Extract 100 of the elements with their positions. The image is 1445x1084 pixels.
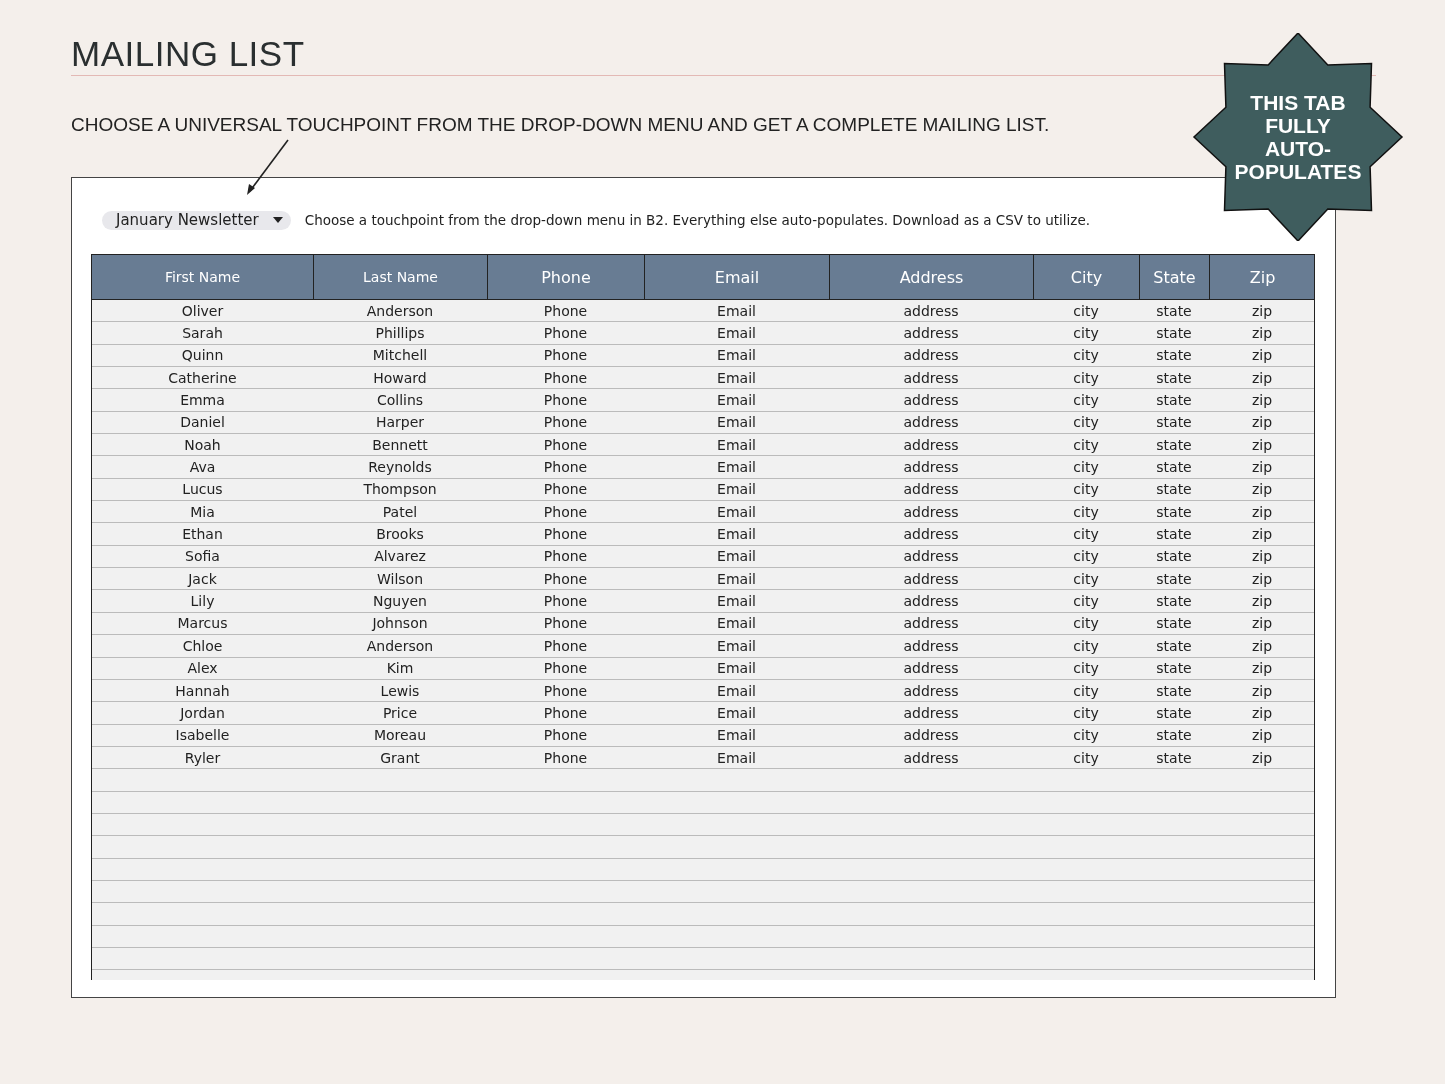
table-cell: Phone xyxy=(543,749,588,766)
table-cell: Sarah xyxy=(182,325,223,341)
table-cell: Email xyxy=(717,436,756,453)
table-cell: Phone xyxy=(543,727,588,744)
table-cell: city xyxy=(1073,593,1099,610)
table-cell: Price xyxy=(382,704,418,721)
table-cell: zip xyxy=(1251,526,1273,543)
touchpoint-dropdown[interactable]: January Newsletter xyxy=(102,210,291,230)
table-cell: Lucus xyxy=(182,481,223,498)
table-cell: state xyxy=(1156,414,1192,431)
table-cell: state xyxy=(1156,436,1192,453)
table-cell: Ava xyxy=(189,459,216,476)
table-cell: address xyxy=(903,392,959,409)
table-cell: zip xyxy=(1251,481,1273,498)
table-cell: Email xyxy=(717,660,756,677)
table-cell: Phone xyxy=(543,660,588,677)
table-cell: address xyxy=(903,727,959,744)
table-cell: city xyxy=(1073,637,1099,654)
column-header: First Name xyxy=(163,268,242,287)
table-cell: zip xyxy=(1251,548,1273,565)
table-cell: Johnson xyxy=(372,615,428,632)
table-cell: city xyxy=(1073,325,1099,341)
column-header: Zip xyxy=(1209,255,1314,299)
table-cell: city xyxy=(1073,548,1099,565)
table-cell: state xyxy=(1156,347,1192,364)
badge-text: THIS TAB xyxy=(1250,91,1346,114)
table-cell: Phillips xyxy=(375,325,425,341)
table-cell: city xyxy=(1073,749,1099,766)
column-header: State xyxy=(1139,255,1209,299)
table-cell: Email xyxy=(717,325,756,341)
badge-text: FULLY xyxy=(1265,114,1331,137)
table-cell: address xyxy=(903,548,959,565)
table-cell: Marcus xyxy=(177,615,228,632)
table-cell: zip xyxy=(1251,593,1273,610)
table-cell: Phone xyxy=(543,436,588,453)
table-cell: address xyxy=(903,526,959,543)
table-cell: address xyxy=(903,369,959,386)
table-cell: Alvarez xyxy=(374,548,426,565)
table-cell: Kim xyxy=(386,660,414,677)
table-cell: Jordan xyxy=(180,704,225,721)
table-cell: Phone xyxy=(543,682,588,699)
table-cell: Hannah xyxy=(175,682,230,699)
table-cell: Phone xyxy=(543,302,588,319)
table-cell: address xyxy=(903,570,959,587)
table-cell: city xyxy=(1073,503,1099,520)
table-cell: address xyxy=(903,593,959,610)
table-cell: Phone xyxy=(543,459,588,476)
table-cell: city xyxy=(1073,459,1099,476)
table-cell: address xyxy=(903,302,959,319)
table-cell: Phone xyxy=(543,615,588,632)
table-cell: Phone xyxy=(543,593,588,610)
table-cell: Phone xyxy=(543,637,588,654)
table-cell: state xyxy=(1156,660,1192,677)
table-cell: address xyxy=(903,481,959,498)
table-cell: Brooks xyxy=(376,526,424,543)
table-cell: Phone xyxy=(543,548,588,565)
table-cell: Noah xyxy=(184,436,221,453)
column-header: City xyxy=(1033,255,1139,299)
table-cell: Wilson xyxy=(376,570,423,587)
table-cell: Email xyxy=(717,369,756,386)
table-cell: state xyxy=(1156,637,1192,654)
table-cell: address xyxy=(903,414,959,431)
table-cell: Email xyxy=(717,302,756,319)
table-cell: Phone xyxy=(543,414,588,431)
table-cell: city xyxy=(1073,392,1099,409)
table-cell: state xyxy=(1156,615,1192,632)
table-cell: zip xyxy=(1251,302,1273,319)
table-cell: Isabelle xyxy=(175,727,230,744)
table-cell: zip xyxy=(1251,347,1273,364)
table-cell: state xyxy=(1156,704,1192,721)
table-cell: state xyxy=(1156,548,1192,565)
table-cell: state xyxy=(1156,682,1192,699)
instruction-text: CHOOSE A UNIVERSAL TOUCHPOINT FROM THE DROP-DOWN MENU AND GET A COMPLETE MAILING LIST. xyxy=(71,114,1050,136)
table-cell: city xyxy=(1073,727,1099,744)
table-cell: address xyxy=(903,749,959,766)
table-cell: Email xyxy=(717,593,756,610)
table-cell: city xyxy=(1073,704,1099,721)
table-cell: Phone xyxy=(543,481,588,498)
table-cell: Phone xyxy=(543,570,588,587)
table-cell: Email xyxy=(717,749,756,766)
table-cell: zip xyxy=(1251,727,1273,744)
table-cell: Emma xyxy=(180,392,225,409)
column-header: Phone xyxy=(487,255,644,299)
table-cell: state xyxy=(1156,749,1192,766)
table-cell: Moreau xyxy=(373,727,427,744)
table-cell: state xyxy=(1156,593,1192,610)
table-cell: Ryler xyxy=(184,749,221,766)
table-cell: Email xyxy=(717,704,756,721)
table-cell: address xyxy=(903,682,959,699)
badge-text: POPULATES xyxy=(1234,160,1362,183)
table-cell: Phone xyxy=(543,325,588,341)
table-cell: city xyxy=(1073,615,1099,632)
table-cell: zip xyxy=(1251,436,1273,453)
table-cell: address xyxy=(903,503,959,520)
table-cell: state xyxy=(1156,570,1192,587)
table-cell: address xyxy=(903,459,959,476)
table-cell: Email xyxy=(717,526,756,543)
table-cell: Phone xyxy=(543,392,588,409)
table-cell: city xyxy=(1073,526,1099,543)
table-cell: address xyxy=(903,436,959,453)
